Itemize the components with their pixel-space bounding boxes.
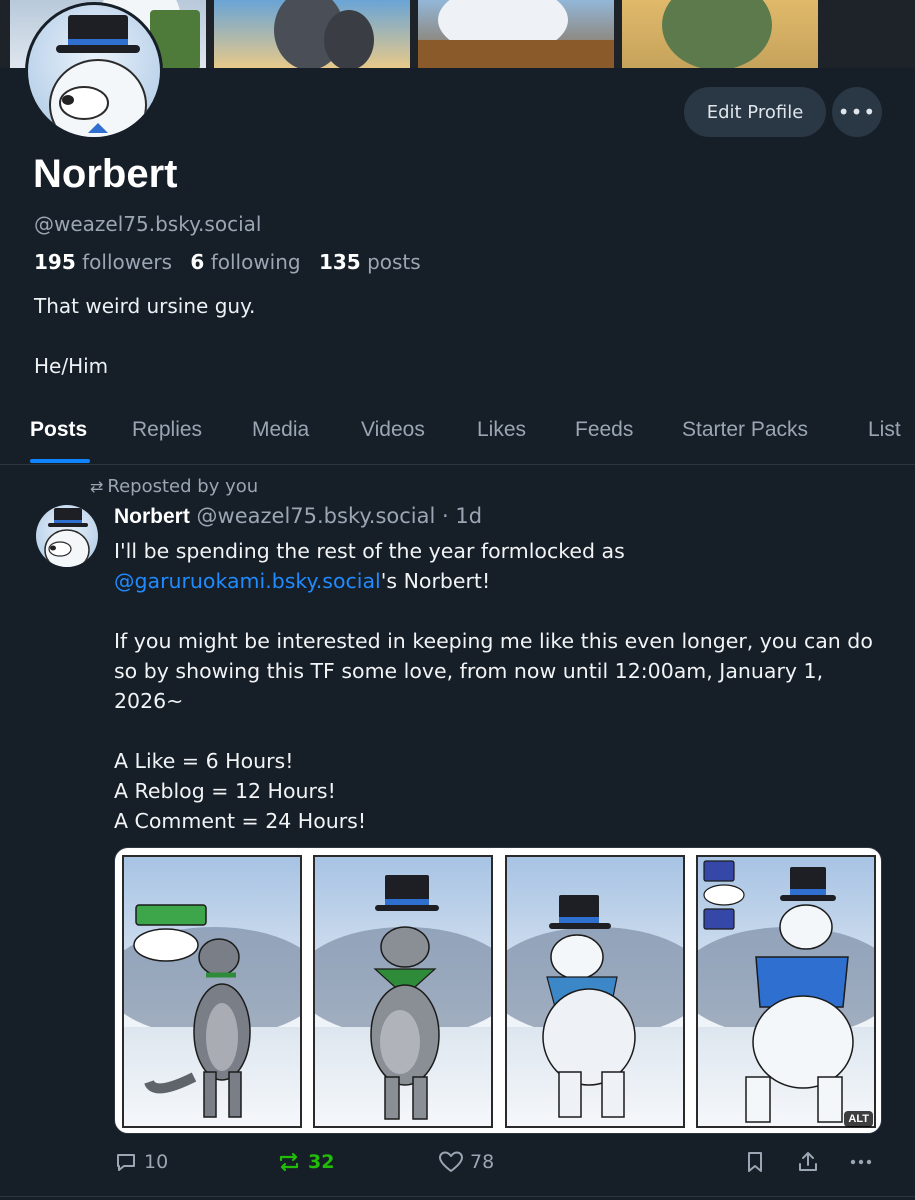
bookmark-button[interactable] xyxy=(744,1150,766,1174)
repost-count: 32 xyxy=(308,1151,335,1173)
profile-display-name: Norbert xyxy=(33,152,178,196)
tab-replies[interactable]: Replies xyxy=(132,418,202,442)
like-count: 78 xyxy=(470,1151,495,1173)
profile-bio-line: That weird ursine guy. xyxy=(34,294,256,318)
post-actions: 10 32 78 xyxy=(0,1150,915,1182)
post-author-handle[interactable]: @weazel75.bsky.social xyxy=(197,504,436,528)
profile-avatar[interactable] xyxy=(25,2,163,140)
repost-indicator: ⇄ Reposted by you xyxy=(90,476,258,497)
post-text-line: A Reblog = 12 Hours! xyxy=(114,779,336,803)
followers-count: 195 xyxy=(34,250,76,274)
bookmark-icon xyxy=(748,1152,762,1172)
banner-panel xyxy=(418,0,614,68)
tab-videos[interactable]: Videos xyxy=(361,418,425,442)
comic-panel xyxy=(696,855,876,1128)
heart-icon xyxy=(439,1151,463,1172)
repost-icon xyxy=(279,1152,299,1172)
posts-count: 135 xyxy=(318,250,361,274)
followers-label: followers xyxy=(82,250,173,274)
post-more-button[interactable] xyxy=(848,1150,874,1174)
polar-bear-figure-icon xyxy=(542,895,636,1118)
post-text-line: A Like = 6 Hours! xyxy=(114,749,294,773)
banner-panel xyxy=(622,0,818,68)
following-label: following xyxy=(210,250,301,274)
share-button[interactable] xyxy=(796,1150,820,1174)
otter-figure-icon xyxy=(133,904,251,1118)
banner-panel xyxy=(214,0,410,68)
post-image[interactable]: ALT xyxy=(114,847,882,1134)
post-timestamp[interactable]: · 1d xyxy=(442,504,482,528)
repost-button[interactable]: 32 xyxy=(276,1150,334,1174)
share-icon xyxy=(799,1152,817,1171)
reply-count: 10 xyxy=(144,1151,169,1173)
post-author-avatar[interactable] xyxy=(36,505,98,567)
profile-tabs: Posts Replies Media Videos Likes Feeds S… xyxy=(0,410,915,465)
more-options-button[interactable]: ••• xyxy=(832,87,882,137)
like-button[interactable]: 78 xyxy=(438,1150,494,1174)
post-text-line: so by showing this TF some love, from no… xyxy=(114,659,824,683)
tab-posts[interactable]: Posts xyxy=(30,418,87,442)
profile-stats: 195 followers 6 following 135 posts xyxy=(34,250,421,274)
post-header: Norbert @weazel75.bsky.social · 1d xyxy=(114,504,482,529)
edit-profile-button[interactable]: Edit Profile xyxy=(684,87,826,137)
following-count: 6 xyxy=(190,250,205,274)
comic-panel xyxy=(122,855,302,1128)
post-text-line: If you might be interested in keeping me… xyxy=(114,629,873,653)
bear-figure-icon xyxy=(370,875,440,1120)
post-divider xyxy=(0,1196,915,1197)
tab-lists[interactable]: List xyxy=(868,418,901,442)
profile-bio-line: He/Him xyxy=(34,354,109,378)
posts-stat: 135 posts xyxy=(319,250,421,274)
tab-media[interactable]: Media xyxy=(252,418,309,442)
posts-label: posts xyxy=(367,250,421,274)
polar-bear-avatar-icon xyxy=(44,508,90,567)
profile-handle: @weazel75.bsky.social xyxy=(34,212,262,236)
repost-label: Reposted by you xyxy=(107,476,259,497)
reply-button[interactable]: 10 xyxy=(114,1150,168,1174)
repost-icon: ⇄ xyxy=(90,477,104,496)
mention-link[interactable]: @garuruokami.bsky.social xyxy=(114,569,381,593)
comic-panel xyxy=(313,855,493,1128)
ellipsis-icon xyxy=(850,1159,872,1165)
alt-text-badge[interactable]: ALT xyxy=(844,1111,873,1127)
reply-icon xyxy=(117,1154,135,1171)
tab-feeds[interactable]: Feeds xyxy=(575,418,633,442)
tab-likes[interactable]: Likes xyxy=(477,418,526,442)
comic-panel xyxy=(505,855,685,1128)
post-text-line: 2026~ xyxy=(114,689,184,713)
following-stat[interactable]: 6 following xyxy=(190,250,300,274)
followers-stat[interactable]: 195 followers xyxy=(34,250,172,274)
post-author-name[interactable]: Norbert xyxy=(114,505,190,528)
polar-bear-vest-figure-icon xyxy=(703,860,854,1123)
post-text-line: A Comment = 24 Hours! xyxy=(114,809,367,833)
post-text-fragment: 's Norbert! xyxy=(380,569,491,593)
post-text-line: @garuruokami.bsky.social's Norbert! xyxy=(114,566,894,596)
tab-starter-packs[interactable]: Starter Packs xyxy=(682,418,808,442)
post-text-line: I'll be spending the rest of the year fo… xyxy=(114,539,625,563)
polar-bear-avatar-icon xyxy=(49,15,147,137)
active-tab-indicator xyxy=(30,459,90,463)
